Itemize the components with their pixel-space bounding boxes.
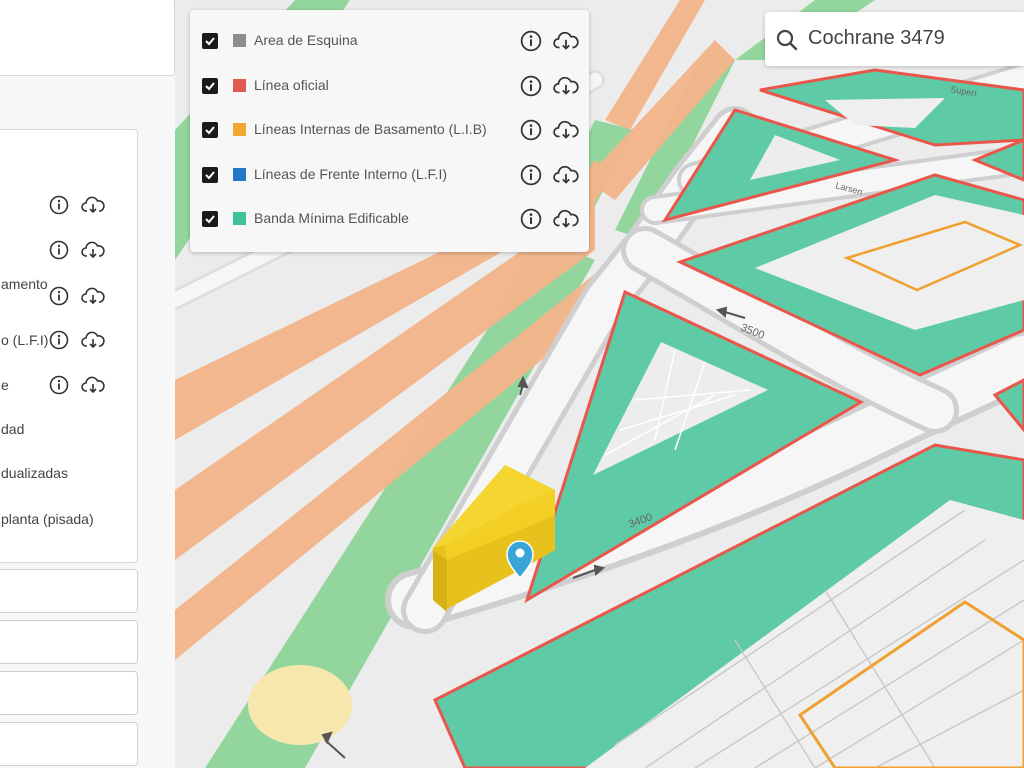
layer-label: Líneas de Frente Interno (L.F.I): [254, 166, 447, 182]
cloud-download-icon[interactable]: [81, 240, 105, 260]
sidebar-layer-label: dad: [1, 421, 25, 437]
check-icon: [205, 215, 215, 224]
info-icon[interactable]: [520, 30, 542, 52]
info-icon[interactable]: [49, 330, 69, 350]
sidebar-layer-label: amento: [1, 276, 48, 292]
layer-color-swatch: [233, 168, 246, 181]
sidebar-layer-label: planta (pisada): [1, 511, 94, 527]
layers-popup: Area de Esquina Línea oficial Líneas Int…: [190, 10, 589, 252]
sidebar-field[interactable]: [0, 671, 138, 715]
info-icon[interactable]: [520, 75, 542, 97]
cloud-download-icon[interactable]: [81, 375, 105, 395]
check-icon: [205, 126, 215, 135]
layer-label: Línea oficial: [254, 77, 329, 93]
sidebar-field[interactable]: [0, 620, 138, 664]
check-icon: [205, 82, 215, 91]
layer-checkbox[interactable]: [202, 33, 218, 49]
cloud-download-icon[interactable]: [553, 30, 579, 52]
info-icon[interactable]: [520, 164, 542, 186]
info-icon[interactable]: [49, 240, 69, 260]
sidebar-layer-label: dualizadas: [1, 465, 68, 481]
layer-checkbox[interactable]: [202, 211, 218, 227]
layer-label: Líneas Internas de Basamento (L.I.B): [254, 121, 487, 137]
search-icon[interactable]: [775, 28, 799, 52]
layer-color-swatch: [233, 34, 246, 47]
sidebar-layer-row: amento: [0, 273, 48, 295]
sidebar-layer-row: dualizadas: [0, 462, 68, 484]
sidebar-field[interactable]: [0, 569, 138, 613]
info-icon[interactable]: [49, 286, 69, 306]
address-search-box[interactable]: Cochrane 3479: [765, 12, 1024, 66]
layer-checkbox[interactable]: [202, 167, 218, 183]
layer-checkbox[interactable]: [202, 78, 218, 94]
check-icon: [205, 37, 215, 46]
layer-row-area-de-esquina[interactable]: Area de Esquina: [190, 26, 589, 56]
layer-label: Banda Mínima Edificable: [254, 210, 409, 226]
sidebar-layer-row: o (L.F.I): [0, 329, 105, 351]
sidebar-layer-label: e: [1, 377, 9, 393]
cloud-download-icon[interactable]: [553, 119, 579, 141]
layer-label: Area de Esquina: [254, 32, 358, 48]
sidebar-row-actions: [49, 240, 105, 260]
sidebar-header-box[interactable]: [0, 0, 175, 76]
sidebar-layers-panel: amento o (L.F.I) e dad dualizadas planta…: [0, 129, 138, 563]
cloud-download-icon[interactable]: [553, 164, 579, 186]
left-sidebar: amento o (L.F.I) e dad dualizadas planta…: [0, 0, 175, 768]
cloud-download-icon[interactable]: [553, 208, 579, 230]
sidebar-row-actions: [49, 330, 105, 350]
sidebar-row-actions: [49, 195, 105, 215]
cloud-download-icon[interactable]: [553, 75, 579, 97]
sidebar-field[interactable]: [0, 722, 138, 766]
sidebar-layer-label: o (L.F.I): [1, 332, 49, 348]
plaza-area: [248, 665, 352, 745]
cloud-download-icon[interactable]: [81, 195, 105, 215]
layer-color-swatch: [233, 79, 246, 92]
layer-color-swatch: [233, 212, 246, 225]
sidebar-layer-row: dad: [0, 418, 24, 440]
info-icon[interactable]: [520, 208, 542, 230]
info-icon[interactable]: [520, 119, 542, 141]
sidebar-row-actions: [49, 375, 105, 395]
layer-row-banda-minima[interactable]: Banda Mínima Edificable: [190, 204, 589, 234]
layer-row-lib[interactable]: Líneas Internas de Basamento (L.I.B): [190, 115, 589, 145]
cloud-download-icon[interactable]: [81, 330, 105, 350]
sidebar-layer-row: planta (pisada): [0, 508, 94, 530]
layer-row-lfi[interactable]: Líneas de Frente Interno (L.F.I): [190, 160, 589, 190]
info-icon[interactable]: [49, 375, 69, 395]
sidebar-row-actions: [49, 286, 105, 306]
cloud-download-icon[interactable]: [81, 286, 105, 306]
info-icon[interactable]: [49, 195, 69, 215]
check-icon: [205, 171, 215, 180]
layer-checkbox[interactable]: [202, 122, 218, 138]
layer-row-linea-oficial[interactable]: Línea oficial: [190, 71, 589, 101]
search-input[interactable]: Cochrane 3479: [808, 27, 945, 50]
layer-color-swatch: [233, 123, 246, 136]
